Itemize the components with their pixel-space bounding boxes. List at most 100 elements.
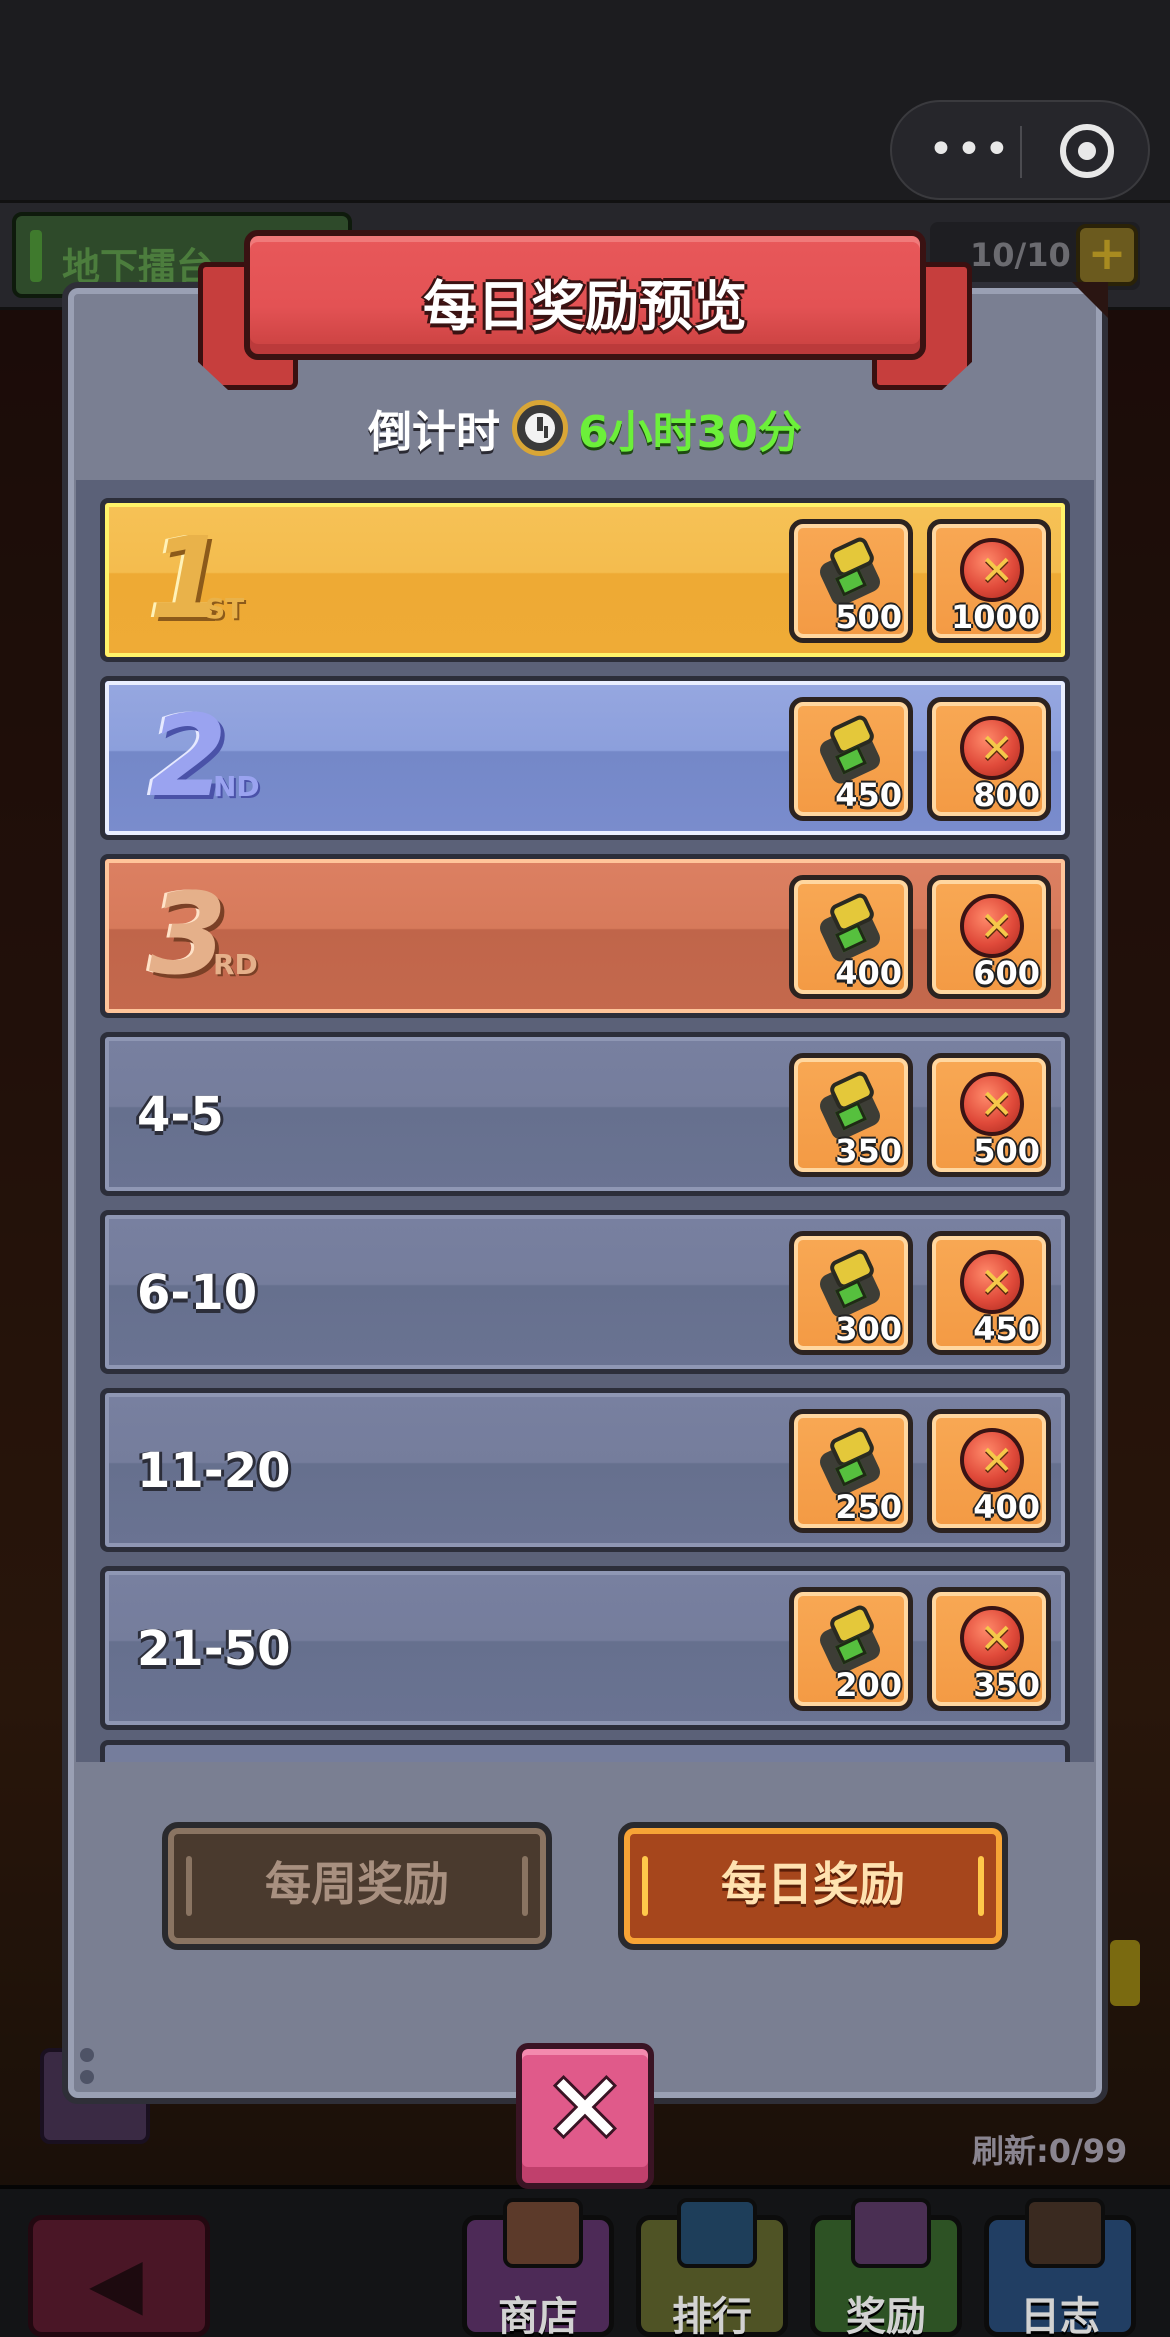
token-reward[interactable]: ✕ 600 — [927, 875, 1051, 999]
rank-range: 4-5 — [137, 1087, 224, 1143]
rank-suffix: RD — [213, 948, 258, 981]
rank-row-6-10: 6-10 300 ✕ 450 — [100, 1210, 1070, 1374]
battle-token-icon: ✕ — [960, 716, 1024, 780]
rank-range: 21-50 — [137, 1621, 291, 1677]
battle-token-icon: ✕ — [960, 1072, 1024, 1136]
nav-log[interactable]: 日志 — [984, 2198, 1136, 2337]
tab-edge — [978, 1856, 984, 1916]
nav-reward[interactable]: 奖励 — [810, 2198, 962, 2337]
weekly-rewards-tab[interactable]: 每周奖励 — [162, 1822, 552, 1950]
rank-row-21-50: 21-50 200 ✕ 350 — [100, 1566, 1070, 1730]
gem-reward[interactable]: 500 — [789, 519, 913, 643]
mini-program-close-icon[interactable] — [1060, 124, 1114, 178]
token-reward[interactable]: ✕ 1000 — [927, 519, 1051, 643]
reward-quantity: 500 — [973, 1132, 1040, 1170]
back-button[interactable]: ◀ — [28, 2215, 210, 2337]
close-icon: ✕ — [544, 2053, 626, 2165]
panel-decoration-dots — [80, 2048, 96, 2088]
battle-token-icon: ✕ — [960, 538, 1024, 602]
gem-icon — [816, 712, 884, 787]
tab-edge — [186, 1856, 192, 1916]
rank-suffix: ND — [213, 770, 260, 803]
reward-quantity: 1000 — [950, 598, 1040, 636]
rank-row-2: 2 ND 450 ✕ 800 — [100, 676, 1070, 840]
reward-quantity: 800 — [973, 776, 1040, 814]
battle-token-icon: ✕ — [960, 1428, 1024, 1492]
countdown-label: 倒计时 — [368, 407, 501, 458]
gem-reward[interactable]: 200 — [789, 1587, 913, 1711]
row-border — [105, 859, 1065, 1013]
rank-row-next — [100, 1740, 1070, 1762]
trophy-icon — [677, 2198, 757, 2268]
gem-icon — [816, 1424, 884, 1499]
book-icon — [1025, 2198, 1105, 2268]
reward-quantity: 350 — [973, 1666, 1040, 1704]
nav-rank-label: 排行 — [672, 2294, 752, 2337]
weekly-tab-label: 每周奖励 — [265, 1857, 449, 1911]
rank-row-4-5: 4-5 350 ✕ 500 — [100, 1032, 1070, 1196]
reward-list[interactable]: 1 ST 500 ✕ 1000 2 ND 450 ✕ 800 3 RD 400 … — [76, 480, 1094, 1762]
row-border — [105, 503, 1065, 657]
modal-title: 每日奖励预览 — [423, 275, 747, 338]
left-arrow-icon: ◀ — [89, 2242, 143, 2324]
rank-range: 11-20 — [137, 1443, 291, 1499]
side-tab — [1110, 1940, 1140, 2006]
nav-shop[interactable]: 商店 — [462, 2198, 614, 2337]
reward-quantity: 400 — [973, 1488, 1040, 1526]
daily-tab-label: 每日奖励 — [721, 1857, 905, 1911]
reward-quantity: 400 — [835, 954, 902, 992]
rank-range: 6-10 — [137, 1265, 258, 1321]
gem-icon — [816, 890, 884, 965]
gem-icon — [816, 1602, 884, 1677]
gem-reward[interactable]: 300 — [789, 1231, 913, 1355]
token-reward[interactable]: ✕ 500 — [927, 1053, 1051, 1177]
nav-rank[interactable]: 排行 — [636, 2198, 788, 2337]
clock-icon — [512, 400, 569, 456]
tab-edge — [642, 1856, 648, 1916]
close-button[interactable]: ✕ — [516, 2043, 654, 2189]
reward-quantity: 200 — [835, 1666, 902, 1704]
rank-2-medal: 2 ND — [149, 701, 260, 813]
energy-value: 10/10 — [970, 236, 1071, 274]
gem-reward[interactable]: 450 — [789, 697, 913, 821]
gem-reward[interactable]: 350 — [789, 1053, 913, 1177]
rank-row-11-20: 11-20 250 ✕ 400 — [100, 1388, 1070, 1552]
shop-icon — [503, 2198, 583, 2268]
row-border — [105, 1037, 1065, 1191]
reward-quantity: 250 — [835, 1488, 902, 1526]
nav-shop-label: 商店 — [498, 2294, 578, 2337]
gem-reward[interactable]: 250 — [789, 1409, 913, 1533]
rank-row-1: 1 ST 500 ✕ 1000 — [100, 498, 1070, 662]
rank-suffix: ST — [205, 592, 245, 625]
reward-quantity: 450 — [835, 776, 902, 814]
battle-token-icon: ✕ — [960, 1606, 1024, 1670]
gem-icon — [816, 534, 884, 609]
countdown-value: 6小时30分 — [578, 407, 802, 458]
token-reward[interactable]: ✕ 350 — [927, 1587, 1051, 1711]
reward-quantity: 300 — [835, 1310, 902, 1348]
countdown: 倒计时 6小时30分 — [0, 396, 1170, 460]
daily-rewards-tab[interactable]: 每日奖励 — [618, 1822, 1008, 1950]
reward-quantity: 600 — [973, 954, 1040, 992]
tab-edge — [522, 1856, 528, 1916]
reward-quantity: 350 — [835, 1132, 902, 1170]
gem-icon — [816, 1068, 884, 1143]
more-dots-icon[interactable]: ••• — [928, 124, 1012, 175]
capsule-divider — [1020, 126, 1022, 178]
nav-reward-label: 奖励 — [846, 2294, 926, 2337]
token-reward[interactable]: ✕ 800 — [927, 697, 1051, 821]
nav-log-label: 日志 — [1020, 2294, 1100, 2337]
refresh-counter: 刷新:0/99 — [972, 2132, 1128, 2170]
title-ribbon: 每日奖励预览 — [244, 230, 926, 360]
gem-reward[interactable]: 400 — [789, 875, 913, 999]
gem-icon — [816, 1246, 884, 1321]
rank-1-medal: 1 ST — [149, 523, 244, 635]
token-reward[interactable]: ✕ 450 — [927, 1231, 1051, 1355]
mini-program-capsule: ••• — [890, 100, 1150, 200]
reward-quantity: 450 — [973, 1310, 1040, 1348]
rank-3-medal: 3 RD — [149, 879, 258, 991]
rank-row-3: 3 RD 400 ✕ 600 — [100, 854, 1070, 1018]
chest-reward-icon — [851, 2198, 931, 2268]
energy-plus-button[interactable]: + — [1076, 224, 1138, 286]
token-reward[interactable]: ✕ 400 — [927, 1409, 1051, 1533]
